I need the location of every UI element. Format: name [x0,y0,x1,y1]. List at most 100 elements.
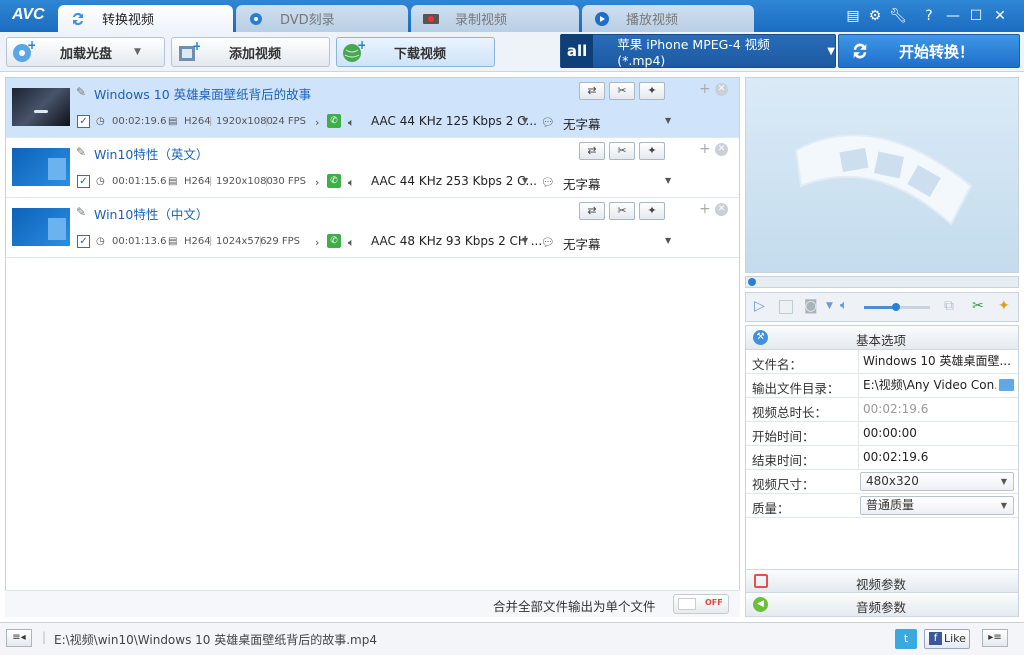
prop-start-time: 开始时间： 00:00:00 [746,422,1018,446]
magic-wand-icon[interactable]: ✦ [998,298,1010,314]
maximize-button[interactable]: ☐ [967,7,985,25]
chevron-down-icon[interactable]: ▼ [826,301,833,311]
effects-button[interactable]: ✦ [639,142,665,160]
play-icon[interactable]: ▷ [754,298,765,314]
folder-icon[interactable] [999,379,1014,391]
chevron-down-icon[interactable]: ▼ [665,116,671,125]
seek-handle[interactable] [748,278,756,286]
video-thumbnail [12,148,70,186]
phone-icon: ✆ [327,234,341,248]
tab-record-video[interactable]: 录制视频 [411,5,579,32]
volume-slider[interactable] [864,303,930,311]
video-params-header[interactable]: 视频参数 [746,569,1018,593]
convert-options-button[interactable]: ⇄ [579,202,605,220]
tab-play-video[interactable]: 播放视频 [582,5,754,32]
volume-icon[interactable]: 🔈︎ [840,298,848,313]
output-dir-field[interactable]: E:\视频\Any Video Con... [858,374,996,398]
cut-button[interactable]: ✂ [609,82,635,100]
list-item[interactable]: ✎ Win10特性（中文） ⇄ ✂ ✦ + ✕ ✓ ◷ 00:01:13.6 ▤… [6,198,739,258]
toggle-right-panel-button[interactable]: ▸≡ [982,629,1008,647]
file-checkbox[interactable]: ✓ [77,235,90,248]
quality-select[interactable]: 普通质量 ▼ [860,496,1014,515]
basic-options-header[interactable]: ⚒ 基本选项 [746,326,1018,350]
subtitle-select[interactable]: 无字幕 [563,114,601,133]
toggle-left-panel-button[interactable]: ≡◂ [6,629,32,647]
subtitle-select[interactable]: 无字幕 [563,234,601,253]
help-icon[interactable]: ? [920,7,938,25]
rename-icon[interactable]: ✎ [76,145,86,159]
file-name[interactable]: Win10特性（中文） [94,204,208,223]
list-item[interactable]: ✎ Win10特性（英文） ⇄ ✂ ✦ + ✕ ✓ ◷ 00:01:15.6 ▤… [6,138,739,198]
merge-label: 合并全部文件输出为单个文件 [493,599,656,614]
facebook-like-button[interactable]: f Like [924,629,970,649]
tab-convert-video[interactable]: 转换视频 [58,5,233,32]
load-disc-button[interactable]: + 加载光盘 ▼ [6,37,165,67]
effects-button[interactable]: ✦ [639,82,665,100]
properties-panel: ⚒ 基本选项 文件名： Windows 10 英雄桌面壁... 输出文件目录： … [745,325,1019,617]
volume-icon: 🔈︎ [348,116,355,129]
file-checkbox[interactable]: ✓ [77,115,90,128]
chevron-down-icon[interactable]: ▼ [522,236,528,245]
stop-icon[interactable] [779,300,793,314]
start-time-field[interactable]: 00:00:00 [858,422,1018,446]
cut-button[interactable]: ✂ [609,202,635,220]
add-icon[interactable]: + [699,141,711,157]
effects-button[interactable]: ✦ [639,202,665,220]
download-video-button[interactable]: + 下载视频 [336,37,495,67]
remove-icon[interactable]: ✕ [715,83,728,96]
add-video-button[interactable]: + 添加视频 [171,37,330,67]
audio-track[interactable]: AAC 48 KHz 93 Kbps 2 CH ... [371,234,542,248]
seek-bar[interactable] [745,276,1019,288]
twitter-icon[interactable]: t [895,629,917,649]
video-fps: 29 FPS [266,236,301,247]
audio-track[interactable]: AAC 44 KHz 125 Kbps 2 C... [371,114,537,128]
camera-icon[interactable]: ◙ [804,298,818,314]
start-convert-button[interactable]: 开始转换！ [838,34,1020,68]
list-item[interactable]: ✎ Windows 10 英雄桌面壁纸背后的故事 ⇄ ✂ ✦ + ✕ ✓ ◷ 0… [6,78,739,138]
tab-dvd-burn[interactable]: DVD刻录 [236,5,408,32]
subtitle-select[interactable]: 无字幕 [563,174,601,193]
tools-icon[interactable]: 🔧︎ [889,7,907,25]
merge-toggle[interactable]: OFF [673,594,729,614]
output-profile-select[interactable]: all 苹果 iPhone MPEG-4 视频 (*.mp4) ▼ [560,34,836,68]
chevron-down-icon[interactable]: ▼ [134,47,141,57]
duration: 00:01:15.6 [112,176,167,187]
audio-track[interactable]: AAC 44 KHz 253 Kbps 2 C... [371,174,537,188]
cut-button[interactable]: ✂ [609,142,635,160]
file-name[interactable]: Win10特性（英文） [94,144,208,163]
clock-icon: ◷ [96,116,105,127]
facebook-icon: f [929,632,942,645]
minimize-button[interactable]: — [944,7,962,25]
volume-icon: 🔈︎ [348,236,355,249]
chevron-down-icon[interactable]: ▼ [522,116,528,125]
disc-icon [248,11,264,27]
add-icon[interactable]: + [699,201,711,217]
scissors-icon[interactable]: ✂ [972,298,984,314]
convert-options-button[interactable]: ⇄ [579,82,605,100]
video-preview [745,77,1019,273]
snapshot-icon[interactable]: ⧉ [944,298,954,314]
file-checkbox[interactable]: ✓ [77,175,90,188]
video-size-select[interactable]: 480x320 ▼ [860,472,1014,491]
chevron-down-icon[interactable]: ▼ [665,236,671,245]
rename-icon[interactable]: ✎ [76,205,86,219]
end-time-field[interactable]: 00:02:19.6 [858,446,1018,470]
close-button[interactable]: ✕ [991,7,1009,25]
settings-icon[interactable]: ⚙ [866,7,884,25]
convert-options-button[interactable]: ⇄ [579,142,605,160]
rename-icon[interactable]: ✎ [76,85,86,99]
register-icon[interactable]: ▤ [844,7,862,25]
add-icon[interactable]: + [699,81,711,97]
audio-params-label: 音频参数 [856,600,907,615]
prop-quality: 质量： 普通质量 ▼ [746,494,1018,518]
filename-field[interactable]: Windows 10 英雄桌面壁... [858,350,1018,374]
remove-icon[interactable]: ✕ [715,143,728,156]
refresh-icon [849,40,871,62]
prop-label: 视频尺寸： [752,477,815,492]
basic-options-label: 基本选项 [856,333,907,348]
remove-icon[interactable]: ✕ [715,203,728,216]
chevron-down-icon[interactable]: ▼ [665,176,671,185]
chevron-down-icon[interactable]: ▼ [522,176,528,185]
audio-params-header[interactable]: ◀ 音频参数 [746,593,1018,617]
file-name[interactable]: Windows 10 英雄桌面壁纸背后的故事 [94,84,311,103]
